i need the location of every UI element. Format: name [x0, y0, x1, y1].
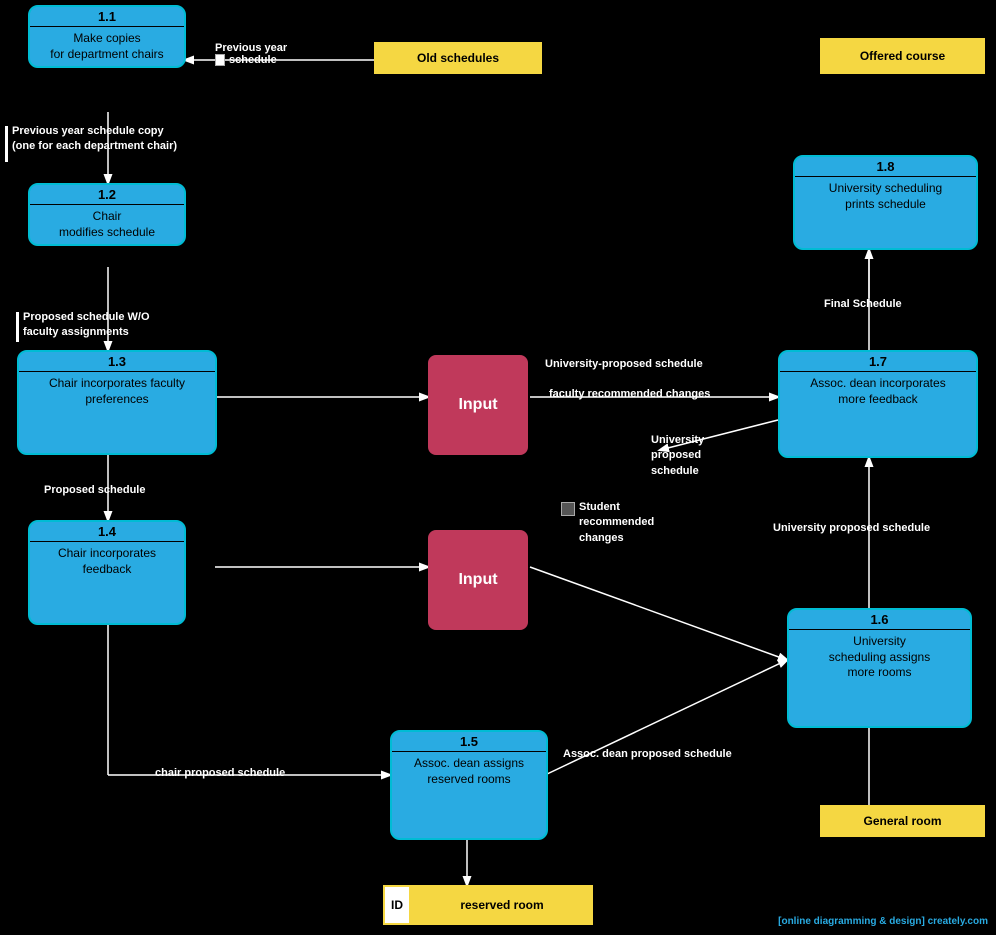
process-1-5[interactable]: 1.5 Assoc. dean assignsreserved rooms: [390, 730, 548, 840]
process-1-6-label: Universityscheduling assignsmore rooms: [789, 630, 970, 685]
branding-text: [online diagramming & design]: [778, 916, 927, 927]
process-1-5-id: 1.5: [392, 732, 546, 752]
process-1-8-id: 1.8: [795, 157, 976, 177]
reserved-room-datastore: ID reserved room: [383, 885, 593, 925]
process-1-1-label: Make copiesfor department chairs: [30, 27, 184, 66]
flow-previous-year: Previous yearschedule: [215, 42, 287, 66]
general-room-entity: General room: [820, 805, 985, 837]
input-box-1-label: Input: [458, 396, 497, 414]
process-1-8[interactable]: 1.8 University schedulingprints schedule: [793, 155, 978, 250]
flow-chair-proposed: chair proposed schedule: [155, 767, 285, 779]
flow-prev-year-copy: Previous year schedule copy(one for each…: [5, 124, 177, 162]
process-1-8-label: University schedulingprints schedule: [795, 177, 976, 216]
flow-univ-proposed-2: Universityproposedschedule: [651, 433, 704, 479]
process-1-2-label: Chairmodifies schedule: [30, 205, 184, 244]
offered-course-entity: Offered course: [820, 38, 985, 74]
flow-final-schedule: Final Schedule: [824, 298, 902, 310]
process-1-1[interactable]: 1.1 Make copiesfor department chairs: [28, 5, 186, 68]
flow-proposed-wo-faculty: Proposed schedule W/Ofaculty assignments: [16, 310, 150, 342]
branding-name: creately: [928, 916, 965, 927]
process-1-4-label: Chair incorporatesfeedback: [30, 542, 184, 581]
flow-proposed-schedule: Proposed schedule: [44, 484, 145, 496]
branding-suffix: .com: [965, 916, 988, 927]
process-1-7-label: Assoc. dean incorporatesmore feedback: [780, 372, 976, 411]
process-1-4[interactable]: 1.4 Chair incorporatesfeedback: [28, 520, 186, 625]
process-1-7[interactable]: 1.7 Assoc. dean incorporatesmore feedbac…: [778, 350, 978, 458]
branding: [online diagramming & design] creately.c…: [778, 916, 988, 927]
flow-univ-proposed-3: University proposed schedule: [773, 522, 930, 534]
process-1-7-id: 1.7: [780, 352, 976, 372]
process-1-4-id: 1.4: [30, 522, 184, 542]
flow-assoc-dean: Assoc. dean proposed schedule: [563, 748, 732, 760]
input-box-2: Input: [428, 530, 528, 630]
flow-student-rec: Studentrecommendedchanges: [561, 500, 654, 546]
process-1-3[interactable]: 1.3 Chair incorporates facultypreference…: [17, 350, 217, 455]
process-1-6[interactable]: 1.6 Universityscheduling assignsmore roo…: [787, 608, 972, 728]
flow-faculty-rec: faculty recommended changes: [549, 388, 710, 400]
input-box-2-label: Input: [458, 571, 497, 589]
old-schedules-entity: Old schedules: [374, 42, 542, 74]
flow-univ-proposed-1: University-proposed schedule: [545, 358, 703, 370]
datastore-label: reserved room: [411, 885, 593, 925]
process-1-3-id: 1.3: [19, 352, 215, 372]
process-1-3-label: Chair incorporates facultypreferences: [19, 372, 215, 411]
process-1-6-id: 1.6: [789, 610, 970, 630]
process-1-5-label: Assoc. dean assignsreserved rooms: [392, 752, 546, 791]
input-box-1: Input: [428, 355, 528, 455]
process-1-1-id: 1.1: [30, 7, 184, 27]
process-1-2[interactable]: 1.2 Chairmodifies schedule: [28, 183, 186, 246]
process-1-2-id: 1.2: [30, 185, 184, 205]
datastore-id: ID: [383, 885, 411, 925]
